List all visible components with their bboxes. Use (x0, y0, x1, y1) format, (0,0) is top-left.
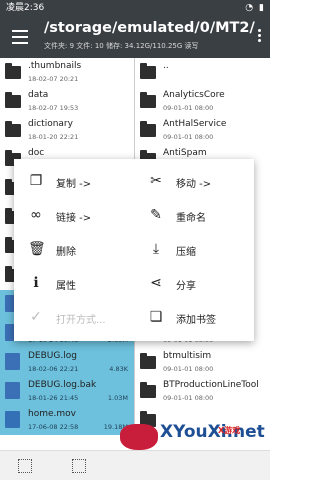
file-name: .. (163, 61, 169, 71)
context-menu: ❐ 复制 -> ✂ 移动 -> ∞ 链接 -> ✎ 重命名 🗑 删除 ⤓ 压缩 ℹ 属性 ⋖ 分享 ✓ 打开方式.… (14, 159, 254, 341)
select-range-icon[interactable] (72, 459, 86, 473)
copy-icon: ❐ (29, 173, 43, 189)
menu-item-0[interactable]: ❐ 复制 -> (14, 167, 134, 197)
file-row[interactable]: home.mov 17-06-08 22:58 19.18M (0, 406, 134, 435)
menu-item-8: ✓ 打开方式... (14, 303, 134, 333)
app-folder-icon (140, 121, 156, 137)
menu-item-label: 添加书签 (176, 315, 216, 326)
delete-icon: 🗑 (28, 241, 46, 257)
bookmark-icon: ❏ (149, 309, 163, 325)
more-vert-icon[interactable] (258, 29, 262, 44)
file-row[interactable]: DEBUG.log.bak 18-01-26 21:45 1.03M (0, 377, 134, 406)
file-name: data (28, 90, 49, 100)
folder-icon (5, 92, 21, 108)
info-icon: ℹ (33, 275, 39, 291)
check-icon: ✓ (30, 309, 42, 325)
watermark-logo (120, 424, 158, 450)
file-icon (5, 353, 20, 370)
menu-item-label: 压缩 (176, 247, 196, 258)
menu-item-label: 移动 -> (176, 179, 212, 190)
watermark-text: XYouXi.net (160, 422, 265, 442)
menu-item-1[interactable]: ✂ 移动 -> (134, 167, 254, 197)
file-name: AntHalService (163, 119, 227, 129)
file-date: 09-01-01 08:00 (163, 394, 214, 402)
file-row[interactable]: data 18-02-07 19:53 (0, 87, 134, 116)
file-date: 18-02-07 19:53 (28, 104, 79, 112)
file-name: doc (28, 148, 45, 158)
menu-item-9[interactable]: ❏ 添加书签 (134, 303, 254, 333)
menu-item-label: 打开方式... (56, 315, 106, 326)
file-row[interactable]: AntHalService 09-01-01 08:00 (135, 116, 270, 145)
file-date: 09-01-01 08:00 (163, 133, 214, 141)
battery-icon: ▮ (259, 3, 264, 13)
file-date: 17-06-08 22:58 (28, 423, 79, 431)
watermark-sub: X游戏 (218, 426, 241, 435)
file-row[interactable]: AnalyticsCore 09-01-01 08:00 (135, 87, 270, 116)
menu-item-label: 链接 -> (56, 213, 92, 224)
file-row[interactable]: btmultisim 09-01-01 08:00 (135, 348, 270, 377)
menu-item-label: 分享 (176, 281, 196, 292)
app-folder-icon (140, 353, 156, 369)
menu-item-6[interactable]: ℹ 属性 (14, 269, 134, 299)
file-name: dictionary (28, 119, 73, 129)
app-folder-icon (140, 382, 156, 398)
menu-item-label: 重命名 (176, 213, 206, 224)
path-info: 文件夹: 9 文件: 10 储存: 34.12G/110.25G 读写 (44, 42, 199, 50)
folder-icon (140, 63, 156, 79)
file-name: home.mov (28, 409, 76, 419)
folder-icon (5, 63, 21, 79)
folder-icon (5, 121, 21, 137)
file-date: 09-01-01 08:00 (163, 104, 214, 112)
app-bar: /storage/emulated/0/MT2/ 文件夹: 9 文件: 10 储… (0, 16, 270, 58)
select-all-icon[interactable] (18, 459, 32, 473)
share-icon: ⋖ (150, 275, 162, 291)
current-path: /storage/emulated/0/MT2/ (44, 20, 255, 36)
file-date: 18-01-26 21:45 (28, 394, 79, 402)
file-row[interactable]: .thumbnails 18-02-07 20:21 (0, 58, 134, 87)
menu-item-3[interactable]: ✎ 重命名 (134, 201, 254, 231)
file-name: .thumbnails (28, 61, 82, 71)
status-bar: 凌晨2:36 ◔ ▮ (0, 0, 270, 16)
file-row[interactable]: .. (135, 58, 270, 87)
menu-item-4[interactable]: 🗑 删除 (14, 235, 134, 265)
bottom-toolbar (0, 450, 270, 480)
file-date: 18-02-07 20:21 (28, 75, 79, 83)
file-row[interactable]: BTProductionLineTool 09-01-01 08:00 (135, 377, 270, 406)
menu-item-label: 复制 -> (56, 179, 92, 190)
file-name: BTProductionLineTool (163, 380, 259, 390)
file-date: 18-01-20 22:21 (28, 133, 79, 141)
file-row[interactable]: DEBUG.log 18-02-06 22:21 4.83K (0, 348, 134, 377)
file-date: 18-02-06 22:21 (28, 365, 79, 373)
menu-item-label: 删除 (56, 247, 76, 258)
edit-icon: ✎ (150, 207, 162, 223)
file-name: DEBUG.log (28, 351, 77, 361)
file-name: DEBUG.log.bak (28, 380, 97, 390)
menu-icon[interactable] (12, 30, 28, 44)
file-size: 1.03M (107, 394, 128, 402)
link-icon: ∞ (30, 207, 42, 223)
file-name: btmultisim (163, 351, 212, 361)
wifi-icon: ◔ (245, 3, 254, 13)
menu-item-5[interactable]: ⤓ 压缩 (134, 235, 254, 265)
file-icon (5, 382, 20, 399)
status-time: 凌晨2:36 (6, 3, 45, 13)
menu-item-label: 属性 (56, 281, 76, 292)
menu-item-2[interactable]: ∞ 链接 -> (14, 201, 134, 231)
file-row[interactable]: dictionary 18-01-20 22:21 (0, 116, 134, 145)
file-size: 4.83K (109, 365, 128, 373)
file-name: AnalyticsCore (163, 90, 225, 100)
menu-item-7[interactable]: ⋖ 分享 (134, 269, 254, 299)
cut-icon: ✂ (150, 173, 162, 189)
file-date: 09-01-01 08:00 (163, 365, 214, 373)
download-icon: ⤓ (152, 241, 160, 257)
app-folder-icon (140, 92, 156, 108)
video-file-icon (5, 411, 20, 428)
file-name: AntiSpam (163, 148, 207, 158)
